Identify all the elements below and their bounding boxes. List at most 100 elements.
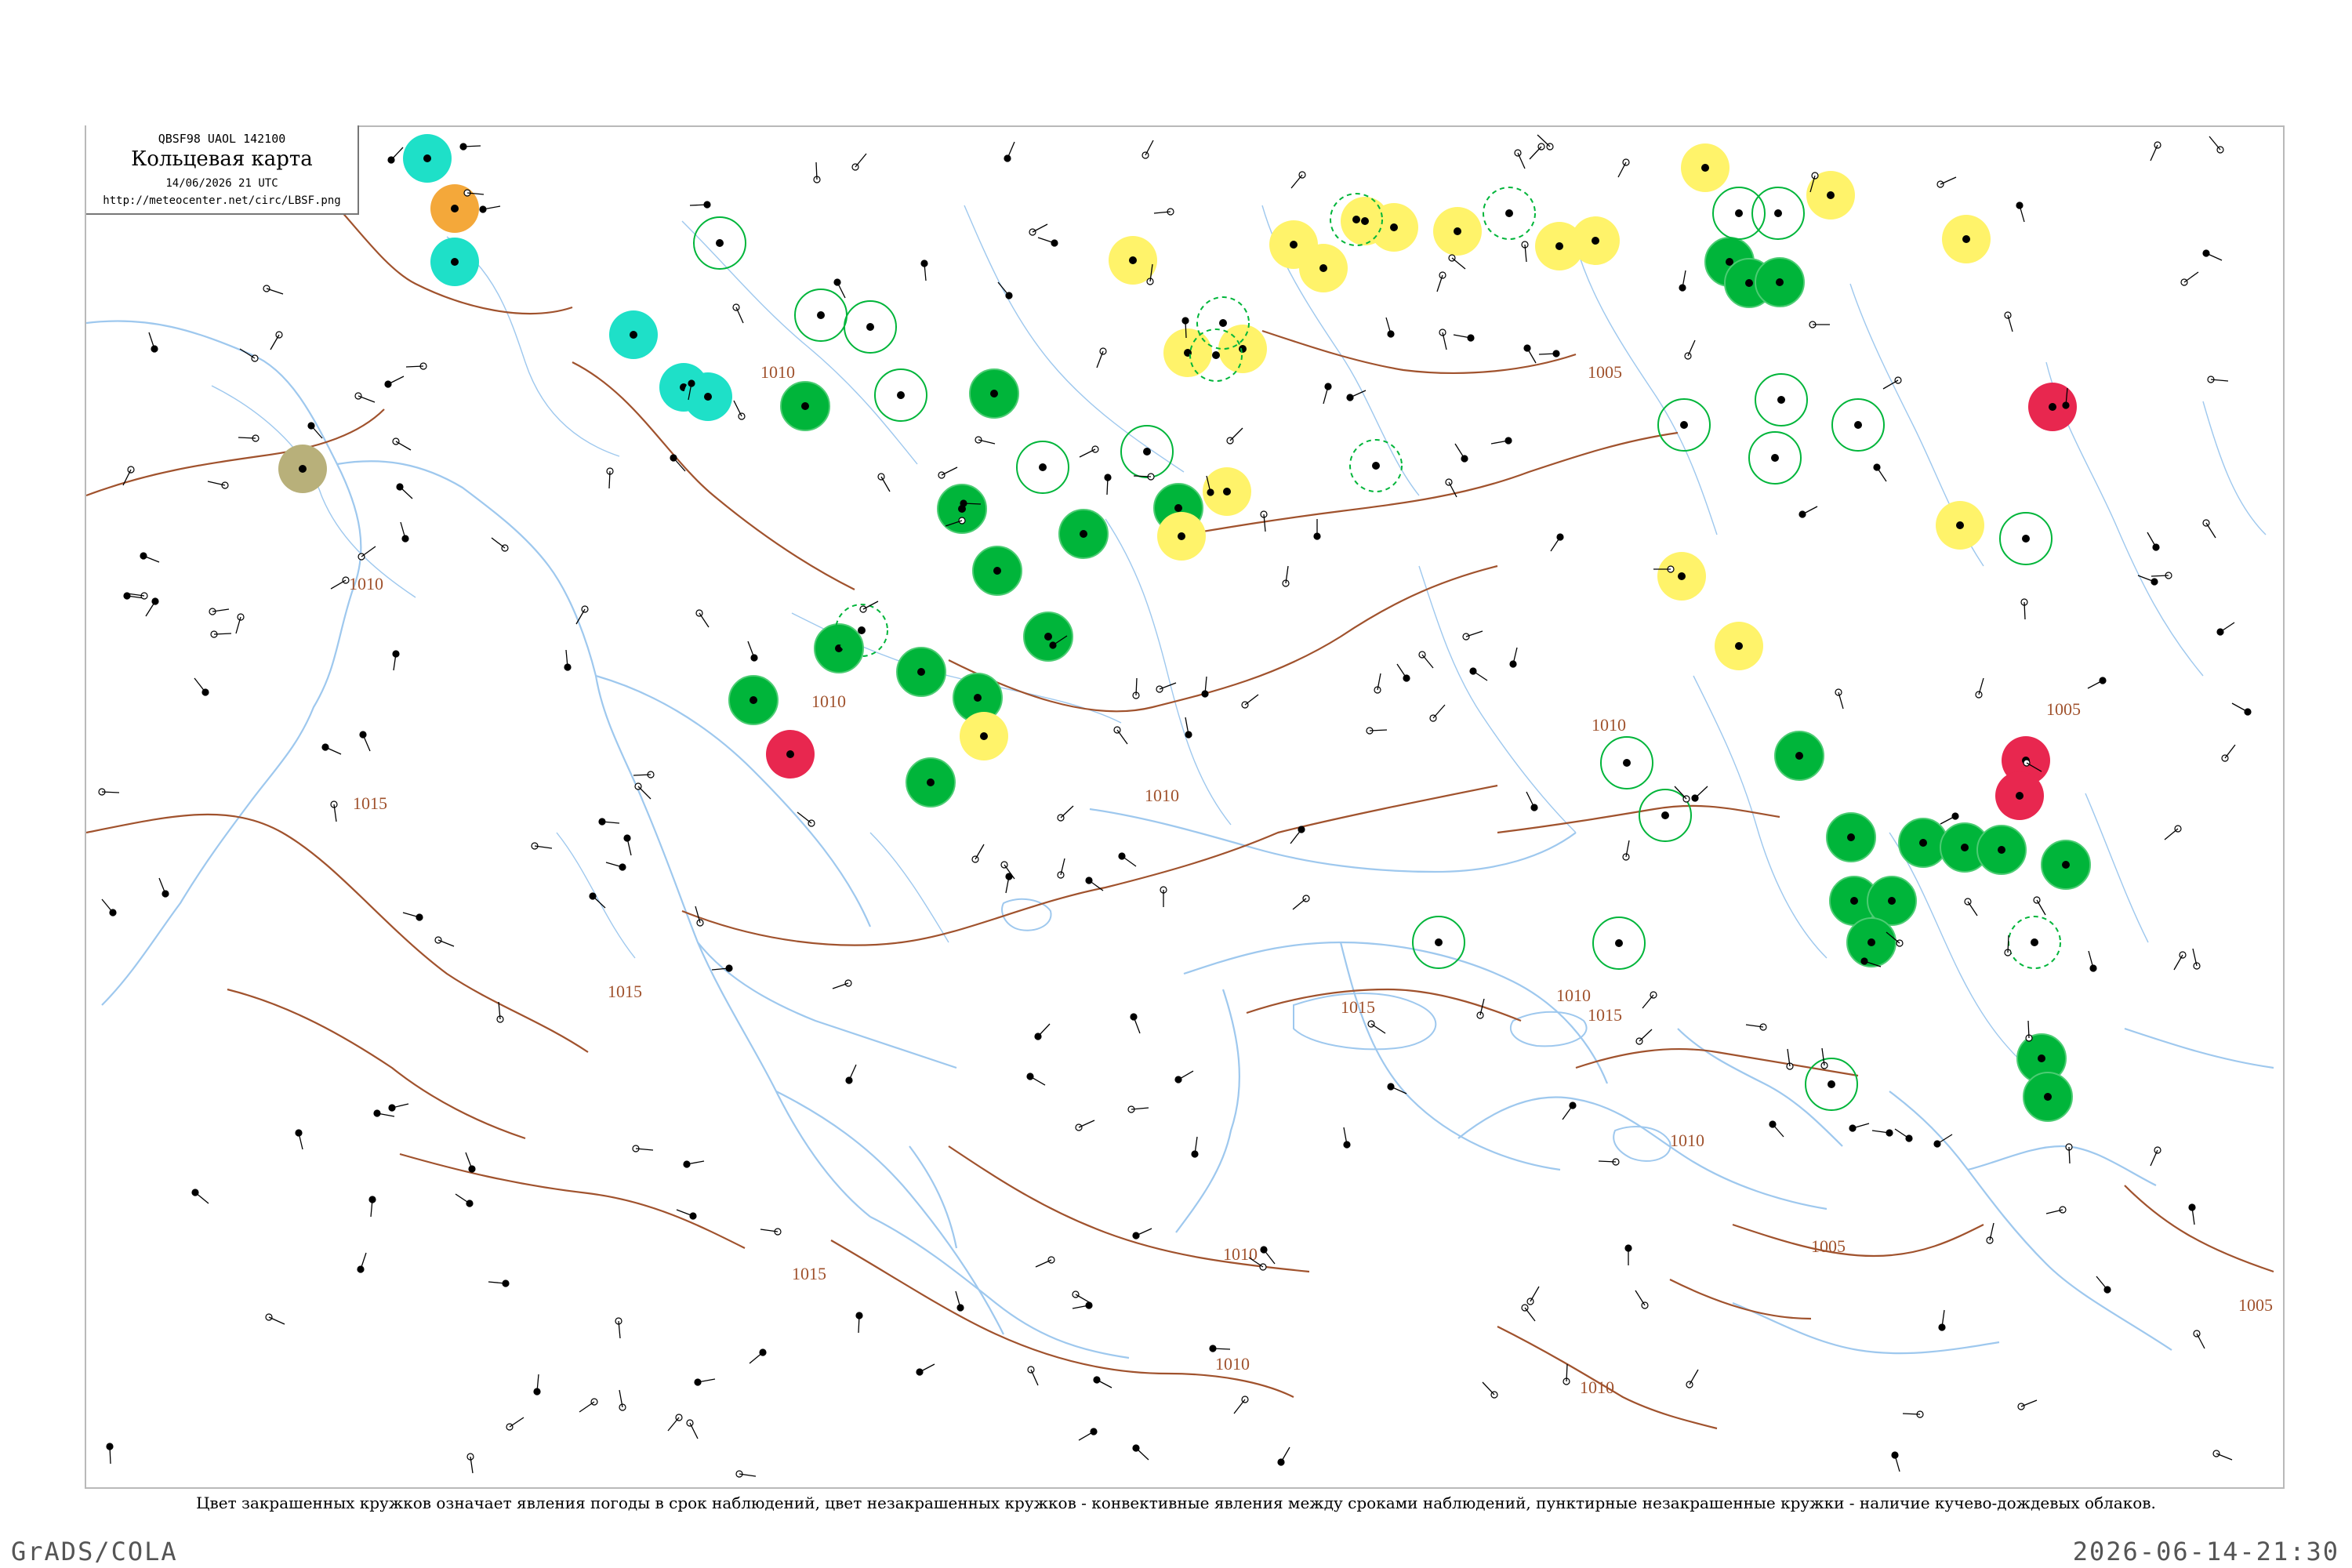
station-dot	[1039, 463, 1047, 471]
station-dot	[801, 402, 809, 410]
wind-barb	[1772, 1123, 1784, 1138]
wind-barb	[194, 677, 206, 693]
wind-barb	[1145, 140, 1154, 156]
wind-barb	[360, 1252, 367, 1270]
wind-barb	[1075, 1294, 1091, 1304]
station-dot	[1372, 462, 1380, 470]
wind-barb	[358, 395, 376, 403]
station-dot	[1854, 421, 1862, 429]
wind-barb	[733, 400, 742, 417]
wind-barb	[2087, 680, 2103, 689]
wind-barb	[1465, 630, 1483, 637]
station-dot	[1735, 209, 1743, 217]
isobar-label-1005: 1005	[1588, 362, 1622, 382]
station-dot	[1701, 164, 1709, 172]
station-dot	[1044, 633, 1052, 641]
station-dot	[1290, 241, 1298, 249]
wind-barb	[325, 746, 342, 755]
isobar-label-1010: 1010	[811, 691, 846, 711]
wind-barb	[2209, 136, 2221, 151]
station-dot	[1361, 217, 1369, 225]
station-dot	[1143, 448, 1151, 456]
wind-barb	[1096, 350, 1104, 368]
wind-barb	[1550, 536, 1561, 552]
station-dot	[1454, 227, 1461, 235]
wind-barb	[2147, 532, 2157, 548]
isobar-label-1010: 1010	[1223, 1244, 1258, 1264]
wind-barb	[1524, 1307, 1536, 1322]
station-dot	[1223, 488, 1231, 495]
wind-barb	[673, 457, 686, 472]
station-dot	[993, 567, 1001, 575]
map-timestamp: 14/06/2026 21 UTC	[165, 177, 278, 190]
wind-barb	[1229, 427, 1243, 441]
wind-barb	[699, 612, 710, 628]
map-canvas: 1005 1010 1010 1010 1010 1010 1010 1010 …	[86, 134, 2274, 1478]
wind-barb	[832, 982, 849, 989]
station-dot	[1219, 319, 1227, 327]
station-dot	[817, 311, 825, 319]
isobar-label-1015: 1015	[1588, 1005, 1622, 1025]
station-dot	[1956, 521, 1964, 529]
isobar-labels: 1005 1010 1010 1010 1010 1010 1010 1010 …	[349, 362, 2273, 1397]
station-dot	[423, 154, 431, 162]
map-header: QBSF98 UAOL 142100 Кольцевая карта 14/06…	[86, 125, 359, 215]
lakes	[1001, 898, 1671, 1162]
wind-barb	[880, 476, 891, 492]
wind-barb	[1482, 1381, 1495, 1396]
wind-barb	[145, 601, 156, 617]
station-dot	[1390, 223, 1398, 231]
wind-barb	[1421, 654, 1434, 669]
station-dot	[2031, 938, 2038, 946]
wind-barb	[437, 939, 455, 947]
station-dot	[1962, 235, 1970, 243]
wind-barb	[1159, 682, 1177, 690]
wind-barb	[1244, 694, 1259, 706]
isobar-label-1010: 1010	[1670, 1131, 1704, 1150]
wind-barb	[143, 555, 160, 563]
station-dot	[1771, 454, 1779, 462]
isobar-label-1005: 1005	[2046, 699, 2081, 719]
isobar-label-1010: 1010	[1556, 985, 1591, 1005]
wind-barb	[399, 486, 413, 499]
station-dot	[1678, 572, 1686, 580]
wind-barb	[1290, 829, 1302, 844]
station-dot	[451, 205, 459, 212]
wind-barb	[2224, 744, 2236, 759]
wind-barb	[1135, 1228, 1152, 1236]
wind-barb	[1472, 670, 1488, 681]
software-credit: GrADS/COLA	[11, 1537, 178, 1566]
isobar-label-1015: 1015	[792, 1264, 826, 1283]
wind-barb	[2205, 522, 2216, 539]
station-dot	[1680, 421, 1688, 429]
station-dot	[1080, 530, 1087, 538]
station-dot	[1129, 256, 1137, 264]
wind-barb	[1029, 1076, 1046, 1086]
wind-barb	[2220, 622, 2235, 633]
isobar-label-1015: 1015	[608, 982, 642, 1001]
station-dot	[1745, 279, 1753, 287]
wind-barb	[1292, 898, 1307, 910]
wind-barb	[1432, 704, 1446, 719]
wind-barb	[158, 877, 166, 895]
isobar-label-1010: 1010	[1145, 786, 1179, 805]
station-dot	[1776, 278, 1784, 286]
wind-barb	[1290, 174, 1303, 189]
station-dot	[750, 696, 757, 704]
wind-barb	[390, 147, 404, 161]
station-dot	[299, 465, 307, 473]
wind-barb	[395, 441, 412, 451]
wind-barb	[101, 898, 114, 913]
wind-barb	[941, 466, 958, 476]
isobar-label-1010: 1010	[1592, 715, 1626, 735]
wind-barb	[579, 1401, 595, 1413]
station-dot	[1623, 759, 1631, 767]
wind-barb	[1562, 1105, 1573, 1120]
wind-barb	[1032, 223, 1048, 233]
wind-barb	[1617, 162, 1627, 178]
wind-barb	[361, 546, 376, 557]
wind-barb	[455, 1193, 470, 1204]
map-title: Кольцевая карта	[131, 147, 313, 171]
wind-barb	[676, 1209, 694, 1217]
isobar-label-1005: 1005	[1811, 1236, 1846, 1256]
